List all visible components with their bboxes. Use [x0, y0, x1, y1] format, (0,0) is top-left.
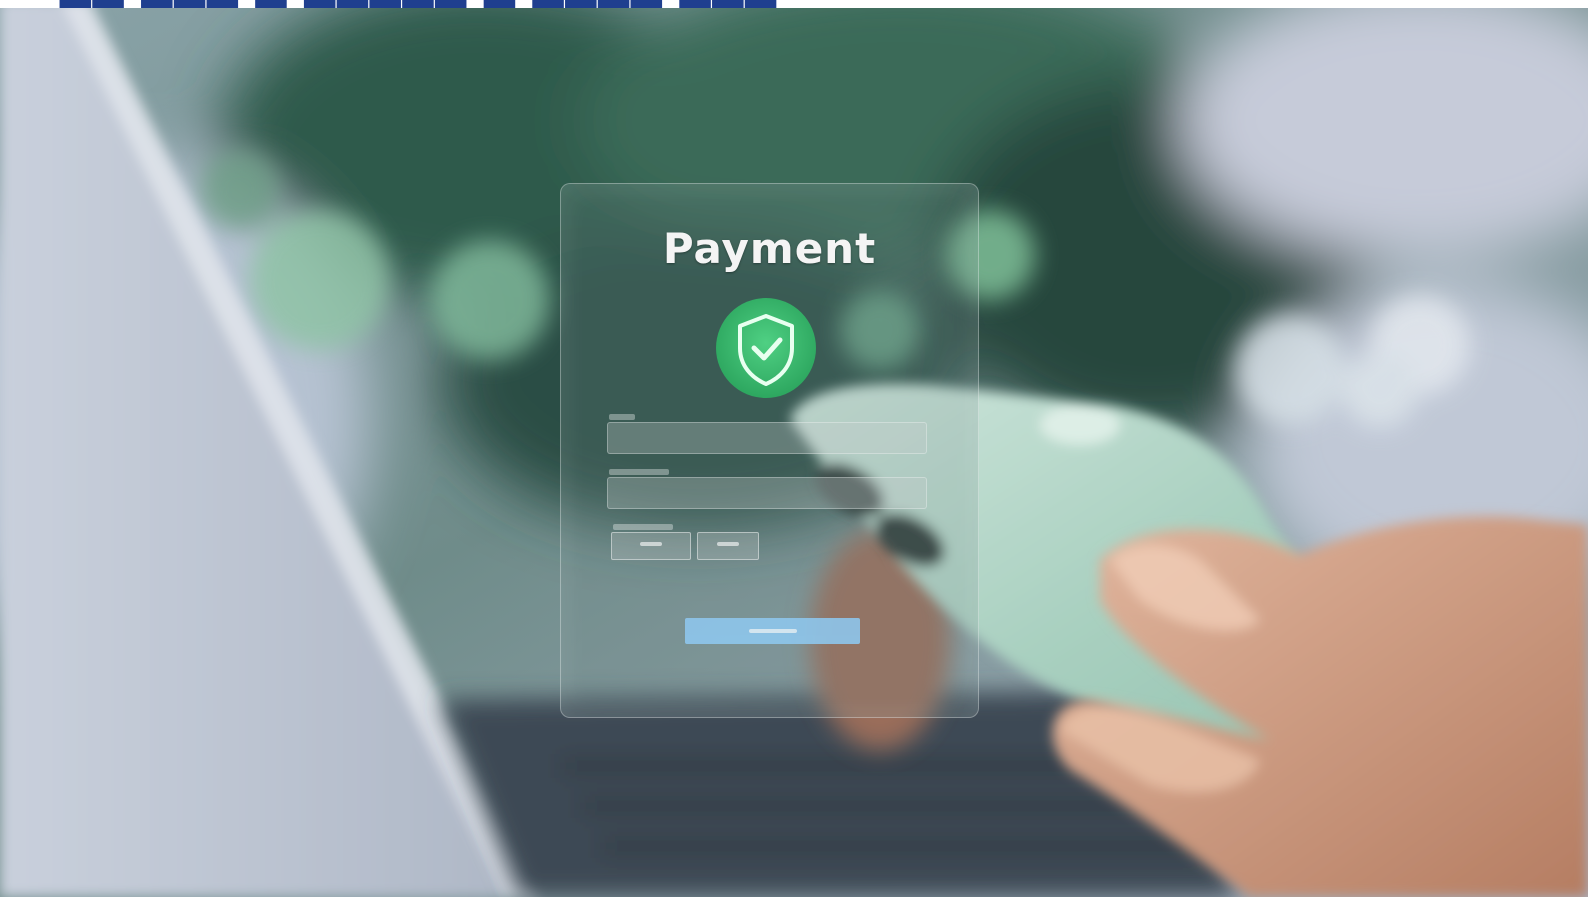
card-field-label — [609, 414, 635, 420]
confirm-button[interactable] — [685, 618, 860, 644]
cardholder-field[interactable] — [607, 477, 927, 509]
headline-fragment: ▄▄ ▄▄▄ ▄ ▄▄▄▄▄ ▄ ▄▄▄▄ ▄▄▄ — [60, 0, 778, 8]
headline-strip: ▄▄ ▄▄▄ ▄ ▄▄▄▄▄ ▄ ▄▄▄▄ ▄▄▄ — [0, 0, 1588, 8]
shield-check-icon — [714, 296, 818, 400]
payment-title: Payment — [662, 224, 877, 273]
name-field-label — [609, 469, 669, 475]
cvv-field[interactable] — [697, 532, 759, 560]
expiry-field[interactable] — [611, 532, 691, 560]
payment-panel: Payment — [560, 183, 979, 718]
expiry-field-label — [613, 524, 673, 530]
card-number-field[interactable] — [607, 422, 927, 454]
